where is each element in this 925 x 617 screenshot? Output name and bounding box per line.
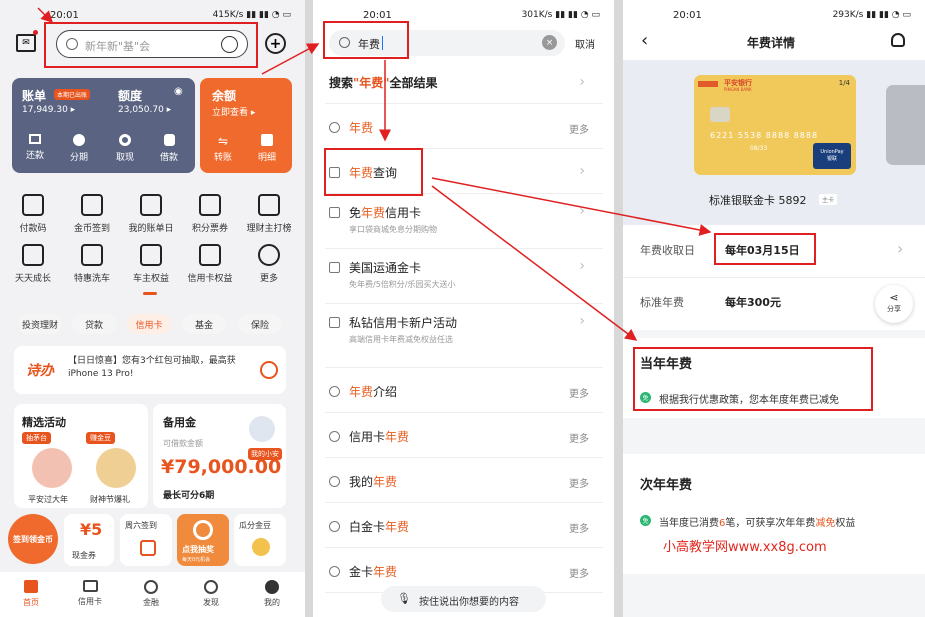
arrow-to-current-year	[431, 185, 638, 341]
arrow-to-query	[261, 43, 320, 75]
arrow-to-search	[37, 7, 54, 24]
arrow-to-fee-day	[431, 177, 712, 236]
annotation-arrows	[37, 7, 712, 341]
